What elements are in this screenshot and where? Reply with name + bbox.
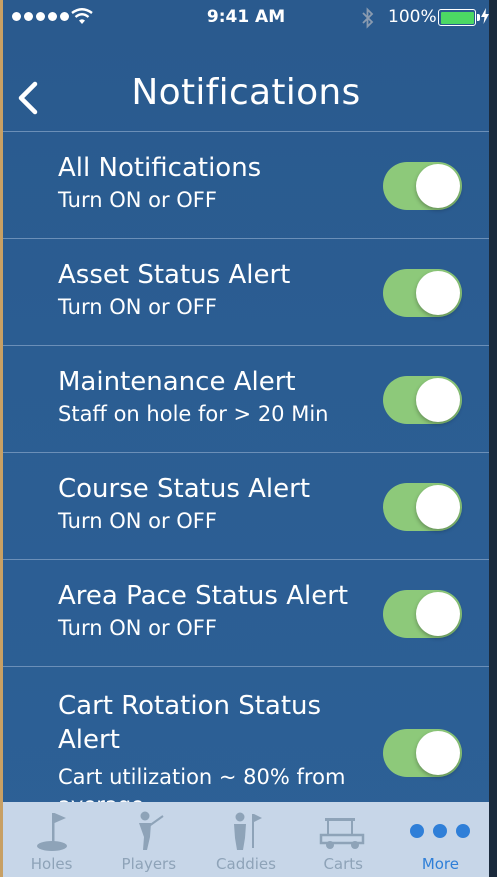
setting-row-course-status: Course Status Alert Turn ON or OFF — [3, 453, 489, 560]
bluetooth-icon — [362, 7, 374, 29]
setting-title: Asset Status Alert — [58, 260, 291, 290]
setting-title: All Notifications — [58, 153, 262, 183]
setting-subtitle: Turn ON or OFF — [58, 188, 217, 212]
golf-flag-icon — [36, 813, 67, 851]
battery-icon — [438, 9, 480, 26]
setting-subtitle: Turn ON or OFF — [58, 295, 217, 319]
maintenance-alert-toggle[interactable] — [383, 376, 462, 424]
tab-label: Caddies — [216, 855, 276, 873]
tab-label: Holes — [30, 855, 73, 873]
caddie-icon — [234, 812, 262, 850]
setting-title: Area Pace Status Alert — [58, 581, 349, 611]
tab-label: More — [421, 855, 459, 873]
battery-percent: 100% — [388, 7, 437, 27]
toggle-knob — [416, 164, 460, 208]
toggle-knob — [416, 485, 460, 529]
setting-title: Maintenance Alert — [58, 367, 296, 397]
status-bar: 9:41 AM 100% — [3, 0, 489, 36]
toggle-knob — [416, 378, 460, 422]
background-edge — [489, 0, 497, 877]
setting-subtitle: Turn ON or OFF — [58, 616, 217, 640]
tab-label: Players — [121, 855, 177, 873]
tab-bar: Holes Players Caddies Carts More — [3, 802, 489, 877]
setting-subtitle: Staff on hole for > 20 Min — [58, 402, 329, 426]
tab-caddies[interactable]: Caddies — [197, 802, 294, 877]
page-title: Notifications — [131, 72, 361, 113]
more-dots-icon — [410, 824, 471, 838]
toggle-knob — [416, 271, 460, 315]
golf-cart-icon — [319, 818, 365, 849]
notification-settings-list: All Notifications Turn ON or OFF Asset S… — [3, 132, 489, 817]
setting-row-asset-status: Asset Status Alert Turn ON or OFF — [3, 239, 489, 346]
toggle-knob — [416, 731, 460, 775]
toggle-knob — [416, 592, 460, 636]
setting-row-all-notifications: All Notifications Turn ON or OFF — [3, 132, 489, 239]
setting-row-cart-rotation: Cart Rotation Status Alert Cart utilizat… — [3, 667, 489, 817]
setting-subtitle: Turn ON or OFF — [58, 509, 217, 533]
tab-holes[interactable]: Holes — [3, 802, 100, 877]
setting-row-area-pace: Area Pace Status Alert Turn ON or OFF — [3, 560, 489, 667]
area-pace-toggle[interactable] — [383, 590, 462, 638]
tab-more[interactable]: More — [392, 802, 489, 877]
asset-status-toggle[interactable] — [383, 269, 462, 317]
tab-carts[interactable]: Carts — [295, 802, 392, 877]
course-status-toggle[interactable] — [383, 483, 462, 531]
golfer-icon — [138, 811, 164, 850]
cart-rotation-toggle[interactable] — [383, 729, 462, 777]
phone-screen: 9:41 AM 100% Notifications All Notificat… — [3, 0, 489, 877]
all-notifications-toggle[interactable] — [383, 162, 462, 210]
background-edge — [0, 0, 3, 877]
tab-label: Carts — [323, 855, 363, 873]
tab-players[interactable]: Players — [100, 802, 197, 877]
setting-title: Cart Rotation Status Alert — [58, 691, 322, 755]
setting-title: Course Status Alert — [58, 474, 311, 504]
setting-row-maintenance: Maintenance Alert Staff on hole for > 20… — [3, 346, 489, 453]
nav-header: Notifications — [3, 36, 489, 132]
charging-bolt-icon — [481, 8, 489, 24]
